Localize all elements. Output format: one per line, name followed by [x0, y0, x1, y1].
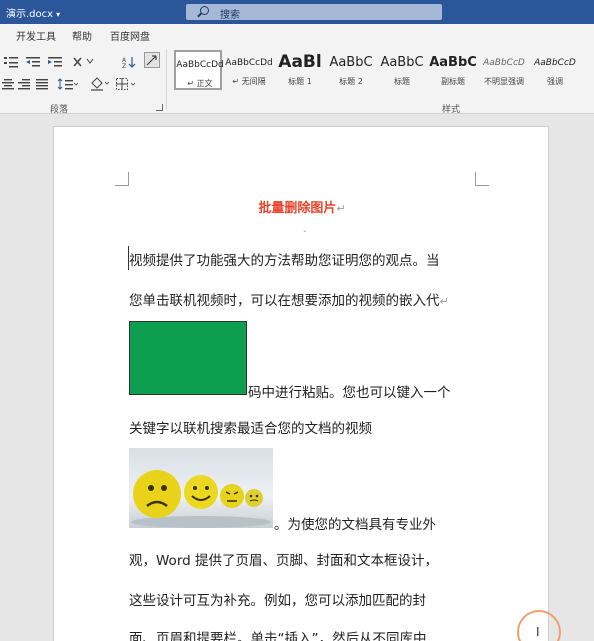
margin-corner-mark	[115, 172, 129, 186]
style-name: ↵ 正文	[187, 79, 213, 88]
document-page[interactable]: 批量删除图片↵ ⌄ 视频提供了功能强大的方法帮助您证明您的观点。当 您单击联机视…	[53, 126, 549, 641]
style-subtle-emphasis[interactable]: AaBbCcD 不明显强调	[480, 50, 528, 90]
tab-help[interactable]: 帮助	[72, 28, 92, 43]
style-name: 强调	[547, 77, 563, 86]
ibeam-cursor-icon: I	[536, 625, 540, 639]
line-text: 关键字以联机搜索最适合您的文档的视频	[129, 421, 372, 437]
style-name: 标题 1	[288, 77, 312, 86]
line-text: 码中进行粘贴。您也可以键入一个	[248, 385, 451, 401]
line-text: 视频提供了功能强大的方法帮助您证明您的观点。当	[129, 253, 440, 269]
emoji-faces-picture	[131, 470, 271, 528]
ribbon-tabs: 开发工具 帮助 百度网盘	[0, 24, 594, 44]
shading-button[interactable]	[90, 76, 110, 92]
paragraph-dialog-launcher-icon[interactable]	[156, 104, 163, 111]
document-name: 演示.docx	[6, 9, 54, 20]
style-name: 不明显强调	[484, 77, 524, 86]
title-bar: 演示.docx ▾ 搜索	[0, 0, 594, 24]
line-text: 您单击联机视频时，可以在想要添加的视频的嵌入代	[129, 293, 440, 309]
body-line[interactable]: 视频提供了功能强大的方法帮助您证明您的观点。当	[129, 249, 440, 269]
style-name: 标题	[394, 77, 410, 86]
align-center-button[interactable]	[2, 76, 14, 92]
line-spacing-button[interactable]	[58, 76, 78, 92]
body-line[interactable]: 观，Word 提供了页眉、页脚、封面和文本框设计，	[129, 549, 438, 569]
align-center-icon	[2, 79, 14, 90]
line-text: 观，Word 提供了页眉、页脚、封面和文本框设计，	[129, 553, 438, 569]
style-sample: AaBbC	[380, 55, 424, 70]
search-icon	[200, 6, 209, 15]
search-box[interactable]: 搜索	[186, 4, 442, 21]
align-right-button[interactable]	[18, 76, 30, 92]
search-label: 搜索	[220, 10, 240, 21]
style-name: 副标题	[441, 77, 465, 86]
group-label-styles: 样式	[442, 105, 461, 115]
paragraph-mark: ↵	[439, 295, 449, 308]
line-spacing-icon	[58, 78, 78, 90]
style-normal[interactable]: AaBbCcDd ↵ 正文	[174, 50, 224, 90]
sort-icon: AZ	[122, 57, 136, 68]
outdent-icon	[26, 57, 40, 67]
chinese-layout-icon	[73, 57, 94, 67]
styles-gallery: AaBbCcDd ↵ 正文 AaBbCcDd ↵ 无间隔 AaBl 标题 1 A…	[172, 50, 594, 90]
style-sample: AaBbCcD	[483, 58, 525, 68]
chevron-down-icon: ▾	[56, 10, 61, 19]
emoji-balls-image[interactable]	[129, 448, 273, 528]
style-sample: AaBbCcD	[534, 58, 576, 68]
style-heading-2[interactable]: AaBbC 标题 2	[327, 50, 375, 90]
style-name: ↵ 无间隔	[232, 77, 266, 86]
justify-icon	[36, 79, 48, 90]
svg-text:Z: Z	[122, 63, 126, 68]
body-line[interactable]: 面、页眉和提要栏。单击“插入”，然后从不同库中	[129, 627, 427, 641]
style-sample: AaBbC	[429, 55, 477, 70]
line-text: 面、页眉和提要栏。单击“插入”，然后从不同库中	[129, 631, 427, 641]
borders-icon	[116, 78, 136, 90]
body-line[interactable]: 码中进行粘贴。您也可以键入一个	[248, 381, 451, 401]
style-name: 标题 2	[339, 77, 363, 86]
style-emphasis[interactable]: AaBbCcD 强调	[531, 50, 579, 90]
ribbon-separator	[166, 49, 167, 109]
body-line[interactable]: 。为使您的文档具有专业外	[274, 513, 436, 533]
line-text: 。为使您的文档具有专业外	[274, 517, 436, 533]
tab-developer-tools[interactable]: 开发工具	[16, 28, 56, 43]
decrease-indent-button[interactable]	[26, 54, 40, 70]
style-name: 明	[580, 76, 594, 87]
style-sample: AaBbCcDd	[225, 58, 273, 68]
chinese-layout-button[interactable]	[72, 54, 94, 70]
style-intense-emphasis[interactable]: Aa 明	[580, 50, 594, 90]
heading-text: 批量删除图片	[258, 201, 337, 216]
style-sample: AaBl	[278, 52, 322, 72]
justify-button[interactable]	[36, 76, 48, 92]
list-icon	[4, 57, 18, 68]
paragraph-mark: ↵	[336, 202, 346, 215]
line-text: 这些设计可互为补充。例如，您可以添加匹配的封	[129, 593, 426, 609]
multilevel-list-button[interactable]	[4, 54, 18, 70]
document-heading[interactable]: 批量删除图片↵	[54, 197, 550, 216]
indent-icon	[48, 57, 62, 67]
style-heading-1[interactable]: AaBl 标题 1	[276, 50, 324, 90]
ribbon: AZ 段落 AaBbCcDd ↵ 正文 AaBbCcDd ↵ 无间隔 AaBl	[0, 44, 594, 115]
style-sample: AaBbCcDd	[176, 60, 224, 70]
style-subtitle[interactable]: AaBbC 副标题	[429, 50, 477, 90]
sort-button[interactable]: AZ	[122, 54, 136, 70]
body-line[interactable]: 这些设计可互为补充。例如，您可以添加匹配的封	[129, 589, 426, 609]
show-marks-button[interactable]	[144, 52, 160, 68]
borders-button[interactable]	[116, 76, 138, 92]
group-label-paragraph: 段落	[50, 105, 69, 115]
tab-baidu-netdisk[interactable]: 百度网盘	[110, 28, 150, 43]
pilcrow-icon	[146, 55, 157, 66]
increase-indent-button[interactable]	[48, 54, 62, 70]
style-title[interactable]: AaBbC 标题	[378, 50, 426, 90]
paint-bucket-icon	[91, 77, 110, 91]
body-line[interactable]: 关键字以联机搜索最适合您的文档的视频	[129, 417, 372, 437]
style-sample: AaBbC	[329, 55, 373, 70]
style-sample: Aa	[580, 58, 594, 68]
document-name-button[interactable]: 演示.docx ▾	[6, 5, 60, 20]
margin-corner-mark	[475, 172, 489, 186]
document-canvas[interactable]: 批量删除图片↵ ⌄ 视频提供了功能强大的方法帮助您证明您的观点。当 您单击联机视…	[0, 115, 594, 641]
green-rectangle-shape[interactable]	[129, 321, 247, 395]
anchor-mark: ⌄	[302, 226, 308, 234]
body-line[interactable]: 您单击联机视频时，可以在想要添加的视频的嵌入代↵	[129, 289, 449, 309]
align-right-icon	[18, 79, 30, 90]
style-no-spacing[interactable]: AaBbCcDd ↵ 无间隔	[225, 50, 273, 90]
